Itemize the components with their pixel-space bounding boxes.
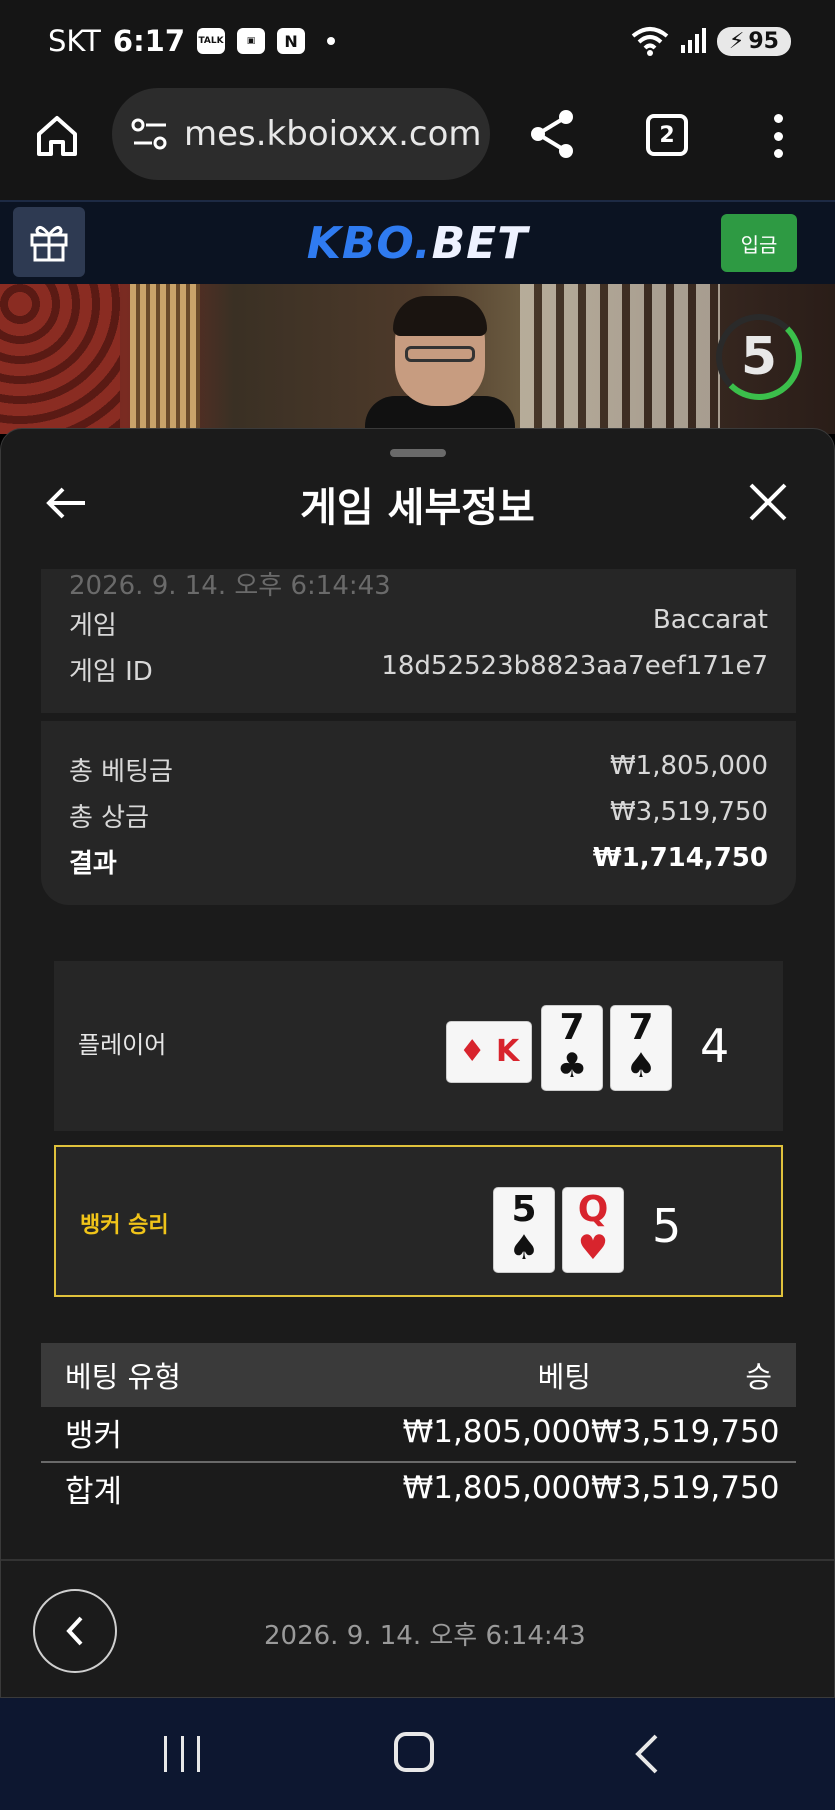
nav-home-icon[interactable] (394, 1732, 434, 1772)
player-card-2-suit: ♣ (556, 1046, 588, 1086)
col-win: 승 (745, 1360, 772, 1394)
round-timer: 5 (716, 314, 802, 400)
game-label: 게임 (69, 611, 117, 641)
result-row: 결과 ₩1,714,750 (69, 843, 768, 880)
carrier-label: SKT (48, 24, 101, 58)
nav-back-icon[interactable] (632, 1732, 662, 1776)
banker-card-1-suit: ♠ (508, 1228, 540, 1268)
battery-level: 95 (748, 28, 779, 54)
video-backdrop-left (0, 284, 120, 434)
game-value: Baccarat (652, 605, 768, 635)
banker-card-2-rank: Q (577, 1189, 609, 1230)
battery-indicator: ⚡ 95 (716, 26, 791, 56)
game-id-label: 게임 ID (69, 657, 153, 687)
row-win-amount: ₩3,519,750 (591, 1414, 780, 1450)
game-id-row: 게임 ID 18d52523b8823aa7eef171e7 (69, 651, 768, 688)
live-video: 5 (0, 284, 835, 434)
banker-score: 5 (652, 1199, 682, 1253)
game-details-sheet: 게임 세부정보 2026. 9. 14. 오후 6:14:43 게임 Bacca… (0, 428, 835, 1698)
player-card-2-rank: 7 (559, 1007, 585, 1048)
wifi-icon (631, 27, 669, 56)
total-bet-value: ₩1,805,000 (609, 751, 768, 781)
total-prize-value: ₩3,519,750 (609, 797, 768, 827)
player-card-3: 7 ♠ (610, 1005, 672, 1091)
tab-switcher-button[interactable]: 2 (646, 114, 688, 156)
logo-kbo: KBO. (306, 218, 432, 269)
banker-hand: 뱅커 승리 5 ♠ Q ♥ 5 (54, 1145, 783, 1297)
game-row: 게임 Baccarat (69, 605, 768, 642)
total-bet-label: 총 베팅금 (69, 757, 173, 787)
total-label: 합계 (65, 1473, 123, 1510)
col-bet-type: 베팅 유형 (65, 1360, 181, 1394)
sheet-title: 게임 세부정보 (300, 485, 535, 531)
game-info-card: 2026. 9. 14. 오후 6:14:43 게임 Baccarat 게임 I… (41, 569, 796, 713)
site-settings-icon[interactable] (130, 116, 170, 152)
player-card-1: ♦ K (446, 1021, 532, 1083)
total-prize-row: 총 상금 ₩3,519,750 (69, 797, 768, 834)
player-card-3-suit: ♠ (625, 1046, 657, 1086)
banker-card-1-rank: 5 (511, 1189, 537, 1230)
browser-toolbar: mes.kboioxx.com 2 (0, 86, 835, 200)
table-total-row: 합계 ₩1,805,000 ₩3,519,750 (41, 1461, 796, 1513)
total-win-amount: ₩3,519,750 (591, 1470, 780, 1506)
player-hand: 플레이어 ♦ K 7 ♣ 7 ♠ 4 (54, 961, 783, 1131)
player-label: 플레이어 (78, 1031, 167, 1059)
clock: 6:17 (112, 24, 186, 58)
url-text: mes.kboioxx.com (184, 114, 482, 154)
previous-button[interactable] (33, 1589, 117, 1673)
col-bet: 베팅 (537, 1360, 591, 1394)
banker-card-2-suit: ♥ (577, 1228, 609, 1268)
banker-card-1: 5 ♠ (493, 1187, 555, 1273)
system-nav-bar (0, 1698, 835, 1810)
footer-divider (1, 1559, 834, 1561)
banker-card-2: Q ♥ (562, 1187, 624, 1273)
table-row: 뱅커 ₩1,805,000 ₩3,519,750 (41, 1407, 796, 1457)
share-icon[interactable] (528, 108, 576, 160)
sheet-drag-handle[interactable] (390, 449, 446, 457)
row-bet-type: 뱅커 (65, 1417, 123, 1454)
player-card-2: 7 ♣ (541, 1005, 603, 1091)
more-notifications-dot (327, 37, 336, 45)
address-bar[interactable]: mes.kboioxx.com (112, 88, 490, 180)
signal-icon (680, 28, 706, 53)
player-card-1-rank: ♦ K (458, 1034, 520, 1069)
site-logo[interactable]: KBO.BET (0, 218, 835, 269)
home-icon[interactable] (34, 112, 80, 158)
total-bet-row: 총 베팅금 ₩1,805,000 (69, 751, 768, 788)
row-bet-amount: ₩1,805,000 (402, 1414, 591, 1450)
status-left: SKT 6:17 TALK ▣ N (48, 24, 336, 58)
chevron-left-icon (66, 1616, 83, 1646)
player-card-3-rank: 7 (628, 1007, 654, 1048)
video-backdrop-screen (130, 284, 200, 434)
close-icon[interactable] (747, 481, 789, 523)
bet-summary-card: 총 베팅금 ₩1,805,000 총 상금 ₩3,519,750 결과 ₩1,7… (41, 721, 796, 905)
status-right: ⚡ 95 (631, 26, 791, 56)
camera-notification-icon: ▣ (237, 28, 266, 54)
total-prize-label: 총 상금 (69, 803, 150, 833)
logo-bet: BET (431, 218, 529, 269)
banker-label: 뱅커 승리 (80, 1213, 169, 1238)
charging-icon: ⚡ (728, 28, 745, 54)
game-id-value: 18d52523b8823aa7eef171e7 (381, 651, 768, 681)
footer-date: 2026. 9. 14. 오후 6:14:43 (264, 1621, 586, 1651)
scrolled-timestamp: 2026. 9. 14. 오후 6:14:43 (69, 571, 391, 601)
total-bet-amount: ₩1,805,000 (402, 1470, 591, 1506)
kakaotalk-icon: TALK (197, 28, 226, 54)
status-bar: SKT 6:17 TALK ▣ N ⚡ 95 (0, 0, 835, 86)
recents-icon[interactable] (164, 1736, 200, 1772)
result-label: 결과 (69, 849, 117, 879)
dealer-figure (365, 296, 515, 434)
result-value: ₩1,714,750 (592, 843, 768, 873)
site-header: KBO.BET 입금 (0, 200, 835, 284)
naver-icon: N (277, 28, 306, 54)
more-menu-icon[interactable] (770, 114, 786, 158)
video-backdrop-window (520, 284, 720, 434)
deposit-button[interactable]: 입금 (721, 214, 797, 272)
player-score: 4 (700, 1019, 730, 1073)
bet-table-header: 베팅 유형 베팅 승 (41, 1343, 796, 1407)
